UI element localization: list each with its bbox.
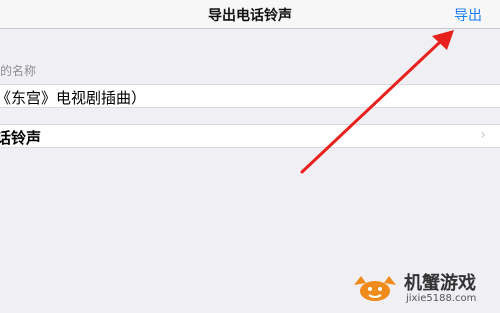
watermark-name: 机蟹游戏	[404, 273, 476, 294]
watermark: 机蟹游戏 jixie5188.com	[352, 265, 492, 309]
watermark-logo-icon	[354, 276, 396, 301]
watermark-url: jixie5188.com	[406, 293, 477, 304]
